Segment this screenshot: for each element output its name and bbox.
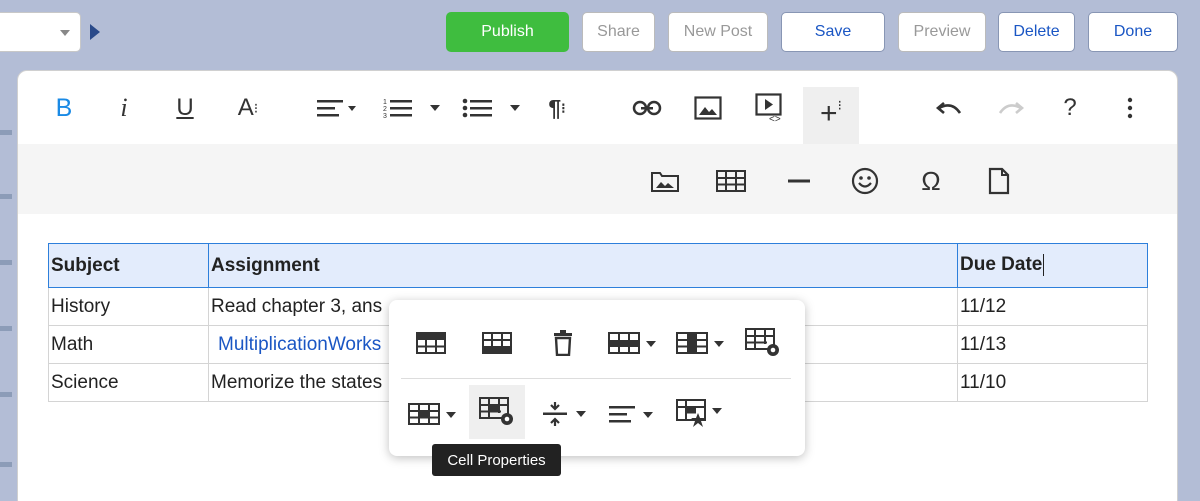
bold-button[interactable]: B — [48, 87, 80, 129]
omega-icon: Ω — [921, 165, 941, 196]
more-dots-icon: ⁝ — [837, 97, 842, 113]
image-folder-icon — [651, 172, 679, 192]
insert-table-button[interactable] — [714, 166, 748, 196]
table-cell[interactable]: Science — [48, 363, 209, 402]
remove-table-button[interactable] — [545, 316, 581, 370]
table-columns-icon — [676, 332, 724, 354]
post-select[interactable] — [0, 12, 81, 52]
italic-button[interactable]: i — [110, 87, 138, 129]
align-left-icon — [317, 100, 356, 117]
more-dots-icon: ⁝ — [253, 99, 259, 116]
delete-button[interactable]: Delete — [998, 12, 1075, 52]
vertical-dots-icon — [1127, 97, 1133, 119]
table-cells-icon — [408, 403, 456, 425]
ordered-list-icon: 123 — [383, 99, 440, 120]
undo-button[interactable] — [932, 87, 966, 129]
table-cell[interactable]: 11/12 — [957, 287, 1148, 326]
table-edit-popup — [389, 300, 805, 456]
table-footer-icon — [482, 332, 512, 354]
align-left-icon — [609, 406, 653, 423]
table-style-button[interactable] — [741, 316, 785, 370]
align-button[interactable] — [314, 87, 360, 129]
share-button[interactable]: Share — [582, 12, 655, 52]
table-cells-button[interactable] — [403, 387, 463, 441]
table-columns-button[interactable] — [671, 316, 731, 370]
popup-divider — [401, 378, 791, 379]
new-post-button[interactable]: New Post — [668, 12, 768, 52]
insert-video-button[interactable]: <> — [753, 87, 787, 129]
table-cell[interactable]: 11/13 — [957, 325, 1148, 364]
header-due-date[interactable]: Due Date — [957, 243, 1148, 288]
image-icon — [694, 96, 722, 120]
redo-icon — [998, 102, 1025, 114]
chevron-down-icon — [60, 30, 70, 36]
bullet-list-icon — [462, 98, 520, 118]
top-bar: Publish Share New Post Save Preview Dele… — [0, 0, 1200, 66]
svg-text:1: 1 — [383, 99, 387, 106]
help-button[interactable]: ? — [1058, 87, 1082, 129]
emoticons-button[interactable] — [848, 166, 882, 196]
svg-text:3: 3 — [383, 113, 387, 120]
preview-button[interactable]: Preview — [898, 12, 986, 52]
table-header-button[interactable] — [409, 316, 453, 370]
file-icon — [988, 167, 1010, 195]
cell-properties-tooltip: Cell Properties — [432, 444, 561, 476]
vertical-align-icon — [543, 402, 586, 426]
insert-link-button[interactable] — [630, 87, 664, 129]
trash-icon — [554, 330, 572, 356]
redo-button[interactable] — [994, 87, 1028, 129]
ordered-list-button[interactable]: 123 — [382, 87, 442, 129]
insert-image-button[interactable] — [692, 87, 724, 129]
text-cursor — [1043, 254, 1045, 277]
cell-style-icon — [676, 399, 722, 427]
special-characters-button[interactable]: Ω — [916, 166, 946, 196]
underline-button[interactable]: U — [170, 87, 200, 129]
table-settings-icon — [745, 328, 779, 356]
more-options-button[interactable] — [1118, 87, 1142, 129]
table-footer-button[interactable] — [475, 316, 519, 370]
bullet-list-button[interactable] — [462, 87, 524, 129]
more-dots-icon: ⁝ — [561, 99, 566, 116]
play-arrow-icon[interactable] — [90, 24, 100, 40]
table-cell[interactable]: History — [48, 287, 209, 326]
smiley-icon — [851, 167, 879, 195]
cell-settings-icon — [479, 397, 513, 425]
plus-icon: + — [820, 97, 838, 130]
vertical-align-button[interactable] — [539, 387, 591, 441]
left-gutter — [0, 70, 17, 501]
table-header-icon — [416, 332, 446, 354]
video-icon: <> — [755, 93, 782, 123]
main-toolbar: B i U A ⁝ 123 ¶ ⁝ <> + ⁝ ? — [18, 71, 1177, 144]
paragraph-format-button[interactable]: ¶ ⁝ — [540, 87, 574, 129]
header-subject[interactable]: Subject — [48, 243, 209, 288]
more-insert-button[interactable]: + ⁝ — [803, 87, 859, 144]
insert-file-button[interactable] — [984, 166, 1014, 196]
link-icon — [632, 100, 662, 116]
font-size-button[interactable]: A ⁝ — [232, 87, 264, 129]
table-rows-button[interactable] — [603, 316, 663, 370]
worksheet-link[interactable]: MultiplicationWorks — [211, 334, 381, 355]
insert-subtoolbar: Ω — [18, 144, 1177, 214]
save-button[interactable]: Save — [781, 12, 885, 52]
table-cell[interactable]: Math — [48, 325, 209, 364]
table-header-row: Subject Assignment Due Date — [48, 243, 1148, 288]
cell-style-button[interactable] — [673, 387, 729, 441]
header-assignment[interactable]: Assignment — [208, 243, 958, 288]
horizontal-line-icon — [788, 179, 810, 183]
table-rows-icon — [608, 332, 656, 354]
done-button[interactable]: Done — [1088, 12, 1178, 52]
svg-text:<>: <> — [769, 114, 781, 123]
publish-button[interactable]: Publish — [446, 12, 569, 52]
horizontal-line-button[interactable] — [786, 166, 812, 196]
image-manager-button[interactable] — [648, 166, 682, 196]
table-icon — [716, 170, 746, 192]
undo-icon — [935, 102, 962, 114]
cell-properties-button[interactable] — [469, 385, 525, 439]
horizontal-align-button[interactable] — [605, 387, 661, 441]
table-cell[interactable]: 11/10 — [957, 363, 1148, 402]
svg-text:2: 2 — [383, 106, 387, 113]
